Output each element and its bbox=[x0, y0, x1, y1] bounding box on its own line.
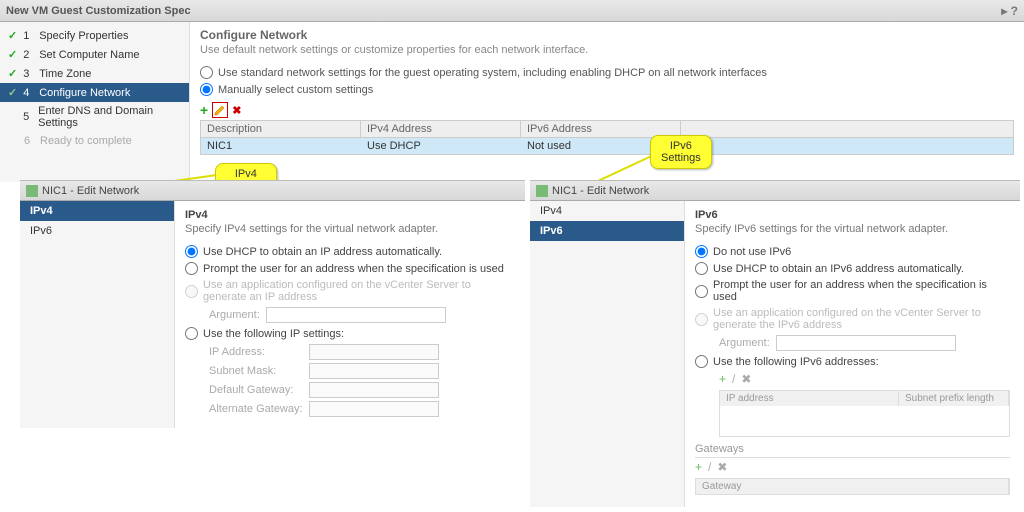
add-gw-icon: + bbox=[695, 460, 702, 474]
step-properties[interactable]: ✓1Specify Properties bbox=[0, 26, 189, 45]
ipv6-argument: Argument: bbox=[719, 335, 1010, 351]
field-mask: Subnet Mask: bbox=[209, 363, 515, 379]
nav-ipv6[interactable]: IPv6 bbox=[20, 221, 174, 241]
page-subheading: Use default network settings or customiz… bbox=[200, 44, 1014, 56]
gw-input bbox=[309, 382, 439, 398]
nav-ipv4[interactable]: IPv4 bbox=[530, 201, 684, 221]
window-title: New VM Guest Customization Spec bbox=[6, 5, 191, 17]
ipv6-opt-prompt[interactable]: Prompt the user for an address when the … bbox=[695, 279, 1010, 303]
wizard-content: Configure Network Use default network se… bbox=[190, 22, 1024, 182]
ipv6-heading: IPv6 bbox=[695, 209, 1010, 221]
nav-ipv4[interactable]: IPv4 bbox=[20, 201, 174, 221]
ipv6-gw-toolbar: + / ✖ bbox=[695, 460, 1010, 474]
step-timezone[interactable]: ✓3Time Zone bbox=[0, 64, 189, 83]
ipv4-sub: Specify IPv4 settings for the virtual ne… bbox=[185, 223, 515, 235]
ipv6-edit-panel: NIC1 - Edit Network IPv4 IPv6 IPv6 Speci… bbox=[530, 180, 1020, 500]
nic-row[interactable]: NIC1 Use DHCP Not used bbox=[201, 138, 1013, 154]
del-gw-icon: ✖ bbox=[717, 460, 727, 474]
ipv6-argument-input bbox=[776, 335, 956, 351]
cell-description: NIC1 bbox=[201, 138, 361, 154]
field-agw: Alternate Gateway: bbox=[209, 401, 515, 417]
step-configure-network[interactable]: ✓4Configure Network bbox=[0, 83, 189, 102]
check-icon: ✓ bbox=[8, 86, 17, 99]
ipv4-opt-dhcp[interactable]: Use DHCP to obtain an IP address automat… bbox=[185, 245, 515, 258]
ipv4-titlebar: NIC1 - Edit Network bbox=[20, 181, 525, 201]
col-description: Description bbox=[201, 121, 361, 137]
wizard-steps: ✓1Specify Properties ✓2Set Computer Name… bbox=[0, 22, 190, 182]
ipv6-opt-dhcp[interactable]: Use DHCP to obtain an IPv6 address autom… bbox=[695, 262, 1010, 275]
ipv6-opt-app: Use an application configured on the vCe… bbox=[695, 307, 1010, 331]
step-dns[interactable]: 5Enter DNS and Domain Settings bbox=[0, 102, 189, 132]
ipv6-titlebar: NIC1 - Edit Network bbox=[530, 181, 1020, 201]
col-gateway: Gateway bbox=[696, 479, 1009, 494]
help-icon[interactable]: ▸ ? bbox=[1001, 4, 1018, 18]
edit-gw-icon: / bbox=[708, 460, 711, 474]
ipv4-edit-panel: NIC1 - Edit Network IPv4 IPv6 IPv4 Speci… bbox=[20, 180, 525, 420]
nic-toolbar: + ✖ bbox=[200, 102, 1014, 118]
field-ip: IP Address: bbox=[209, 344, 515, 360]
ipv6-addr-grid: IP addressSubnet prefix length bbox=[719, 390, 1010, 437]
col-ip: IP address bbox=[720, 391, 899, 406]
option-manual[interactable]: Manually select custom settings bbox=[200, 83, 1014, 96]
add-nic-icon[interactable]: + bbox=[200, 102, 208, 118]
check-icon: ✓ bbox=[8, 67, 17, 80]
ipv4-opt-prompt[interactable]: Prompt the user for an address when the … bbox=[185, 262, 515, 275]
ipv6-sub: Specify IPv6 settings for the virtual ne… bbox=[695, 223, 1010, 235]
ipv4-opt-static[interactable]: Use the following IP settings: bbox=[185, 327, 515, 340]
ipv6-opt-static[interactable]: Use the following IPv6 addresses: bbox=[695, 355, 1010, 368]
ipv6-addr-toolbar: + / ✖ bbox=[719, 372, 1010, 386]
radio-manual[interactable] bbox=[200, 83, 213, 96]
del-addr-icon: ✖ bbox=[741, 372, 751, 386]
page-heading: Configure Network bbox=[200, 28, 1014, 42]
gateways-heading: Gateways bbox=[695, 443, 1010, 458]
ip-input bbox=[309, 344, 439, 360]
add-addr-icon: + bbox=[719, 372, 726, 386]
edit-addr-icon: / bbox=[732, 372, 735, 386]
nav-ipv6[interactable]: IPv6 bbox=[530, 221, 684, 241]
col-ipv4: IPv4 Address bbox=[361, 121, 521, 137]
grid-header: Description IPv4 Address IPv6 Address bbox=[201, 121, 1013, 138]
window-titlebar: New VM Guest Customization Spec ▸ ? bbox=[0, 0, 1024, 22]
step-computer-name[interactable]: ✓2Set Computer Name bbox=[0, 45, 189, 64]
callout-ipv6: IPv6 Settings bbox=[650, 135, 712, 169]
ipv6-addr-body bbox=[720, 406, 1009, 436]
check-icon: ✓ bbox=[8, 29, 17, 42]
col-prefix: Subnet prefix length bbox=[899, 391, 1009, 406]
field-gw: Default Gateway: bbox=[209, 382, 515, 398]
ipv4-heading: IPv4 bbox=[185, 209, 515, 221]
nic-grid: Description IPv4 Address IPv6 Address NI… bbox=[200, 120, 1014, 155]
nic-icon bbox=[536, 185, 548, 197]
cell-ipv4: Use DHCP bbox=[361, 138, 521, 154]
check-icon: ✓ bbox=[8, 48, 17, 61]
edit-nic-icon[interactable] bbox=[212, 102, 228, 118]
mask-input bbox=[309, 363, 439, 379]
ipv4-argument: Argument: bbox=[209, 307, 515, 323]
ipv4-opt-app: Use an application configured on the vCe… bbox=[185, 279, 515, 303]
ipv6-opt-none[interactable]: Do not use IPv6 bbox=[695, 245, 1010, 258]
agw-input bbox=[309, 401, 439, 417]
ipv4-argument-input bbox=[266, 307, 446, 323]
step-ready: 6Ready to complete bbox=[0, 132, 189, 150]
nic-icon bbox=[26, 185, 38, 197]
ipv6-nav: IPv4 IPv6 bbox=[530, 201, 685, 507]
radio-standard[interactable] bbox=[200, 66, 213, 79]
option-standard[interactable]: Use standard network settings for the gu… bbox=[200, 66, 1014, 79]
delete-nic-icon[interactable]: ✖ bbox=[232, 104, 241, 117]
ipv4-nav: IPv4 IPv6 bbox=[20, 201, 175, 428]
ipv6-gw-grid: Gateway bbox=[695, 478, 1010, 495]
